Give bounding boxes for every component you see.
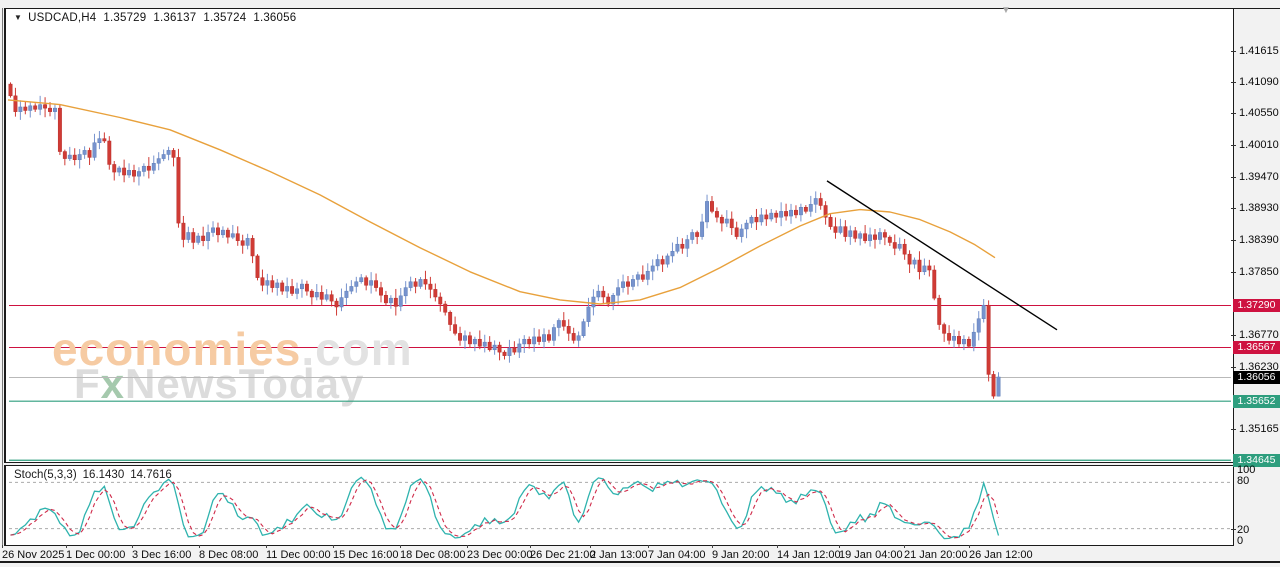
stoch-value-k: 16.1430 — [83, 469, 125, 481]
time-label: 14 Jan 12:00 — [777, 549, 841, 561]
time-label: 18 Dec 08:00 — [400, 549, 465, 561]
time-tick — [648, 545, 649, 548]
time-tick — [530, 545, 531, 548]
stoch-value-d: 14.7616 — [130, 469, 172, 481]
stochastic-indicator-label: Stoch(5,3,3) 16.1430 14.7616 — [14, 469, 172, 481]
price-tick-dash — [1231, 272, 1236, 273]
quote-high: 1.36137 — [153, 12, 196, 24]
price-tick-dash — [1231, 51, 1236, 52]
time-tick — [590, 545, 591, 548]
price-tick-dash — [1231, 429, 1236, 430]
symbol-dropdown-icon[interactable]: ▼ — [14, 13, 22, 22]
time-label: 26 Jan 12:00 — [969, 549, 1033, 561]
window-left-edge — [2, 8, 3, 545]
time-label: 11 Dec 00:00 — [266, 549, 331, 561]
time-label: 2 Jan 13:00 — [590, 549, 648, 561]
hline-1.36567 — [9, 347, 1231, 348]
time-tick — [839, 545, 840, 548]
main-chart-pane[interactable] — [4, 8, 1234, 463]
time-tick — [333, 545, 334, 548]
chart-title: ▼ USDCAD,H4 1.35729 1.36137 1.35724 1.36056 — [14, 12, 296, 24]
time-tick — [712, 545, 713, 548]
time-label: 26 Dec 21:00 — [530, 549, 595, 561]
stoch-scale-dash-80 — [1231, 529, 1236, 530]
price-tick-dash — [1231, 240, 1236, 241]
stoch-scale-80: 80 — [1237, 475, 1249, 487]
price-tick-dash — [1231, 335, 1236, 336]
price-tick-dash — [1231, 208, 1236, 209]
time-label: 15 Dec 16:00 — [333, 549, 398, 561]
price-tick-label: 1.38930 — [1239, 202, 1279, 214]
price-tick-dash — [1231, 177, 1236, 178]
time-label: 9 Jan 20:00 — [712, 549, 770, 561]
mt4-chart-window: economies.com FxNewsToday ▼USDCAD,H41.35… — [0, 0, 1280, 567]
stoch-scale-0: 0 — [1237, 535, 1243, 547]
price-tick-label: 1.36770 — [1239, 329, 1279, 341]
price-tick-label: 1.41090 — [1239, 76, 1279, 88]
stoch-name: Stoch(5,3,3) — [14, 469, 77, 481]
time-tick — [66, 545, 67, 548]
quote-open: 1.35729 — [103, 12, 146, 24]
time-label: 21 Jan 20:00 — [904, 549, 968, 561]
time-tick — [400, 545, 401, 548]
price-badge-1.35652: 1.35652 — [1233, 395, 1280, 408]
stochastic-pane[interactable] — [4, 465, 1234, 546]
price-tick-label: 1.35165 — [1239, 423, 1279, 435]
hline-1.37290 — [9, 305, 1231, 306]
time-tick — [2, 545, 3, 548]
time-label: 23 Dec 00:00 — [467, 549, 532, 561]
symbol-timeframe: USDCAD,H4 — [28, 12, 96, 24]
price-tick-label: 1.37850 — [1239, 266, 1279, 278]
price-tick-label: 1.40010 — [1239, 139, 1279, 151]
price-tick-dash — [1231, 145, 1236, 146]
time-label: 26 Nov 2025 — [2, 549, 64, 561]
time-tick — [266, 545, 267, 548]
quote-close: 1.36056 — [253, 12, 296, 24]
price-tick-label: 1.39470 — [1239, 171, 1279, 183]
time-label: 3 Dec 16:00 — [132, 549, 191, 561]
time-label: 1 Dec 00:00 — [66, 549, 125, 561]
price-tick-label: 1.38390 — [1239, 234, 1279, 246]
time-tick — [199, 545, 200, 548]
time-tick — [969, 545, 970, 548]
time-label: 8 Dec 08:00 — [199, 549, 258, 561]
chart-shift-marker-icon[interactable]: ▼ — [1001, 5, 1011, 16]
window-bottom-border — [0, 561, 1280, 563]
price-tick-dash — [1231, 113, 1236, 114]
price-tick-label: 1.41615 — [1239, 45, 1279, 57]
price-badge-1.36056: 1.36056 — [1233, 371, 1280, 384]
quote-low: 1.35724 — [203, 12, 246, 24]
price-tick-dash — [1231, 82, 1236, 83]
price-badge-1.36567: 1.36567 — [1233, 341, 1280, 354]
price-badge-1.37290: 1.37290 — [1233, 299, 1280, 312]
time-label: 19 Jan 04:00 — [839, 549, 903, 561]
price-tick-dash — [1231, 367, 1236, 368]
time-tick — [132, 545, 133, 548]
time-tick — [904, 545, 905, 548]
price-tick-label: 1.40550 — [1239, 107, 1279, 119]
time-tick — [467, 545, 468, 548]
time-label: 7 Jan 04:00 — [648, 549, 706, 561]
time-tick — [777, 545, 778, 548]
